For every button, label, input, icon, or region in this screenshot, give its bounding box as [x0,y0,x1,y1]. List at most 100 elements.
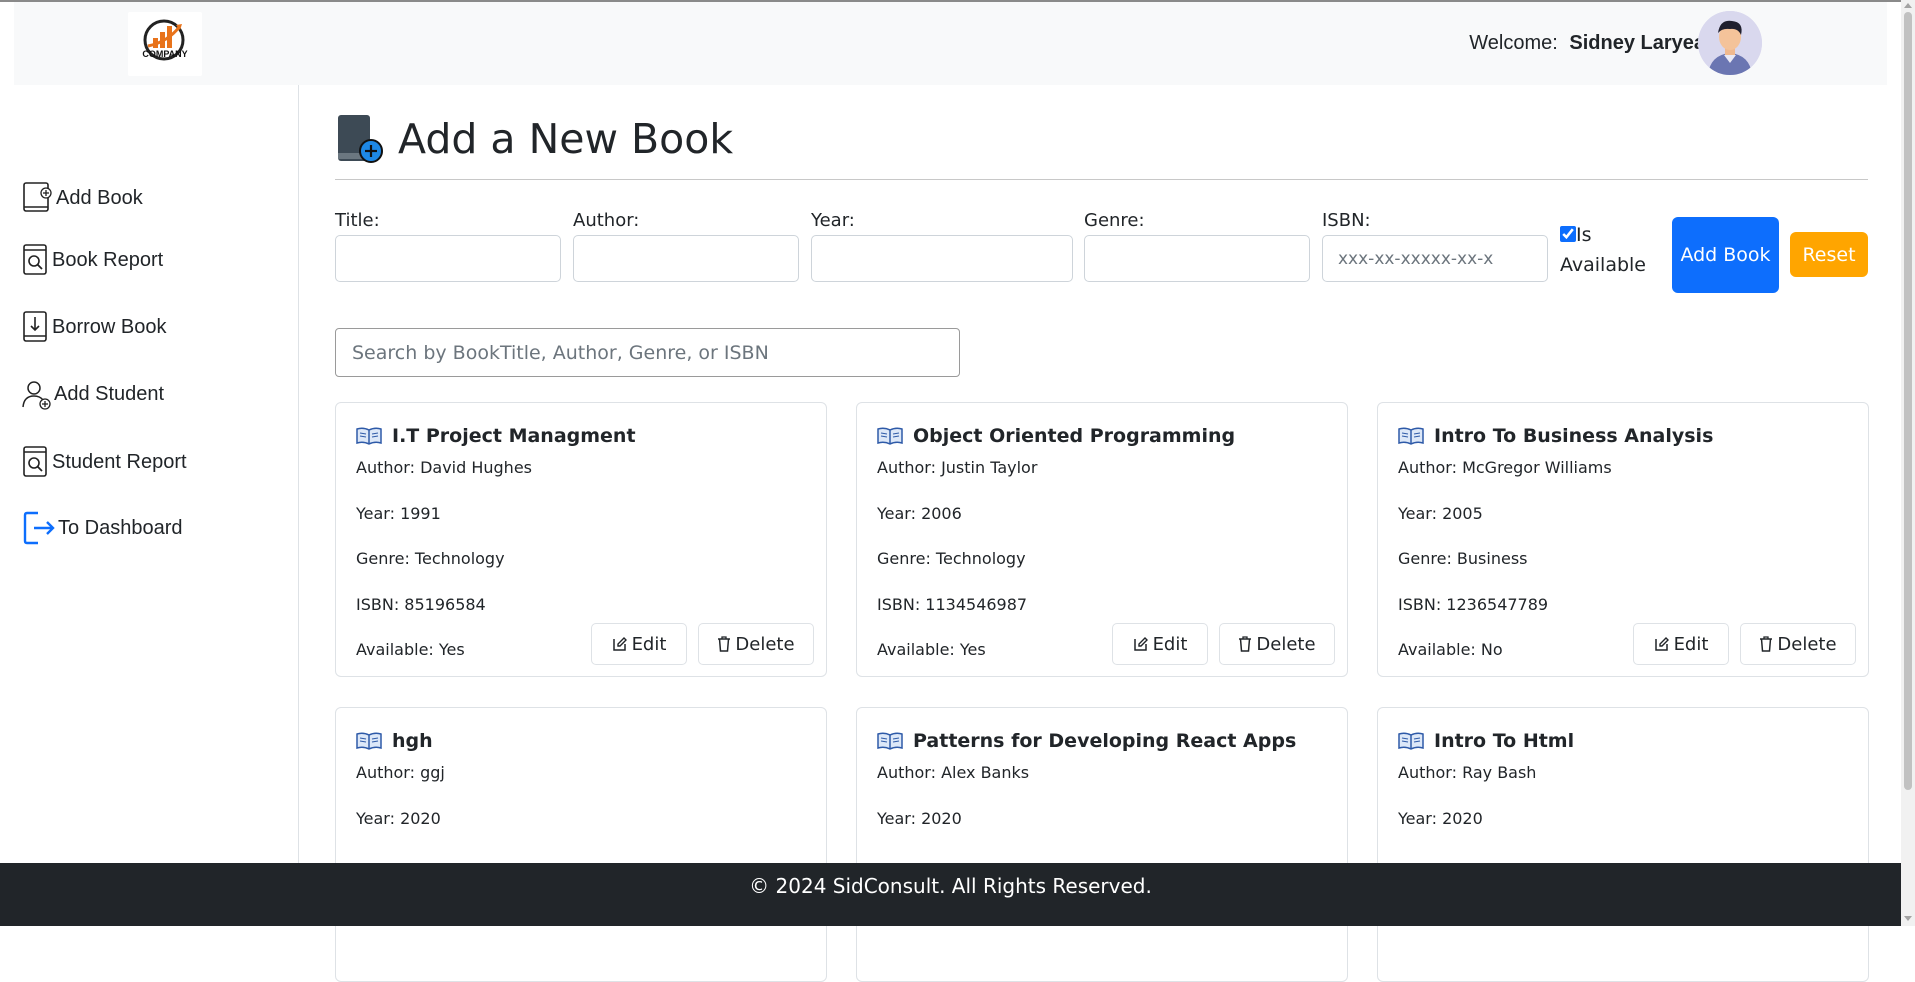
edit-icon [612,637,627,651]
sidebar-item-add-student[interactable]: Add Student [22,377,164,411]
trash-icon [1760,636,1773,652]
delete-button[interactable]: Delete [1219,623,1335,665]
sidebar-item-label: Book Report [52,248,164,271]
open-book-icon [877,732,903,750]
book-isbn: ISBN: 1236547789 [1398,595,1549,614]
scroll-up-arrow-icon[interactable] [1904,3,1912,8]
student-report-icon [23,446,47,477]
book-year: Year: 2006 [877,504,962,523]
open-book-icon [356,732,382,750]
welcome-label: Welcome: [1469,32,1558,54]
book-isbn: ISBN: 1134546987 [877,595,1028,614]
title-input[interactable] [335,235,561,282]
title-divider [335,179,1868,180]
author-field-group: Author: [573,210,799,282]
book-title-text: Intro To Html [1434,730,1575,752]
delete-label: Delete [735,633,795,655]
delete-button[interactable]: Delete [698,623,814,665]
book-title: Intro To Html [1398,730,1574,752]
book-title-text: Object Oriented Programming [913,425,1236,447]
sidebar-item-label: Borrow Book [52,315,167,338]
book-card: Patterns for Developing React Apps Author… [856,707,1348,982]
isbn-field-group: ISBN: [1322,210,1548,282]
edit-button[interactable]: Edit [1112,623,1208,665]
scrollbar-thumb[interactable] [1904,12,1912,790]
title-label: Title: [335,210,380,231]
isbn-input[interactable] [1322,235,1548,282]
page-header: Add a New Book [335,113,733,165]
title-field-group: Title: [335,210,561,282]
book-card: Intro To Business Analysis Author: McGreg… [1377,402,1869,677]
book-year: Year: 2020 [356,809,441,828]
book-year: Year: 2020 [877,809,962,828]
book-add-icon [338,115,383,163]
author-input[interactable] [573,235,799,282]
search-input[interactable] [335,328,960,377]
sidebar-item-to-dashboard[interactable]: To Dashboard [22,510,183,546]
scroll-down-arrow-icon[interactable] [1904,916,1912,921]
genre-label: Genre: [1084,210,1145,231]
add-book-button[interactable]: Add Book [1672,217,1779,293]
edit-label: Edit [1152,633,1188,655]
sidebar-item-book-report[interactable]: Book Report [22,243,163,277]
book-card: I.T Project Managment Author: David Hughe… [335,402,827,677]
author-label: Author: [573,210,640,231]
sidebar-item-label: To Dashboard [58,516,183,539]
open-book-icon [1398,427,1424,445]
dashboard-exit-icon [23,511,55,545]
genre-input[interactable] [1084,235,1310,282]
book-title-text: Intro To Business Analysis [1434,425,1714,447]
book-report-icon [23,244,47,275]
book-year: Year: 2020 [1398,809,1483,828]
footer: © 2024 SidConsult. All Rights Reserved. [0,863,1901,926]
page-title: Add a New Book [398,115,734,163]
company-logo[interactable]: COMPANY [128,12,202,76]
book-title: I.T Project Managment [356,425,636,447]
is-available-checkbox[interactable] [1560,226,1576,242]
book-card: Intro To Html Author: Ray Bash Year: 2020 [1377,707,1869,982]
sidebar-item-student-report[interactable]: Student Report [22,445,187,479]
book-title: Intro To Business Analysis [1398,425,1713,447]
year-input[interactable] [811,235,1073,282]
book-card: Object Oriented Programming Author: Justi… [856,402,1348,677]
book-title-text: hgh [392,730,433,752]
book-title: Object Oriented Programming [877,425,1235,447]
open-book-icon [1398,732,1424,750]
book-title-text: Patterns for Developing React Apps [913,730,1297,752]
add-book-icon [23,182,52,212]
company-logo-icon [143,19,185,61]
genre-field-group: Genre: [1084,210,1310,282]
trash-icon [718,636,731,652]
availability-checkbox-group: Is Available [1560,220,1652,280]
delete-button[interactable]: Delete [1740,623,1856,665]
book-author: Author: Justin Taylor [877,458,1038,477]
sidebar-item-borrow-book[interactable]: Borrow Book [22,310,167,344]
edit-button[interactable]: Edit [1633,623,1729,665]
year-field-group: Year: [811,210,1073,282]
book-title: hgh [356,730,433,752]
footer-text: © 2024 SidConsult. All Rights Reserved. [749,874,1152,898]
logo-text: COMPANY [142,49,188,59]
open-book-icon [356,427,382,445]
trash-icon [1239,636,1252,652]
welcome-message: Welcome: Sidney Laryea [1469,32,1705,55]
book-genre: Genre: Technology [877,549,1026,568]
avatar-icon [1698,11,1762,75]
reset-button[interactable]: Reset [1790,232,1868,277]
page-scrollbar[interactable] [1901,0,1915,926]
book-author: Author: Alex Banks [877,763,1030,782]
edit-button[interactable]: Edit [591,623,687,665]
isbn-label: ISBN: [1322,210,1371,231]
edit-icon [1654,637,1669,651]
year-label: Year: [811,210,855,231]
sidebar-item-label: Add Student [54,382,165,405]
edit-label: Edit [631,633,667,655]
delete-label: Delete [1256,633,1316,655]
user-avatar[interactable] [1698,11,1762,75]
book-isbn: ISBN: 85196584 [356,595,486,614]
add-student-icon [22,381,51,410]
sidebar-item-add-book[interactable]: Add Book [22,181,143,215]
book-author: Author: David Hughes [356,458,532,477]
book-card: hgh Author: ggj Year: 2020 [335,707,827,982]
book-genre: Genre: Technology [356,549,505,568]
